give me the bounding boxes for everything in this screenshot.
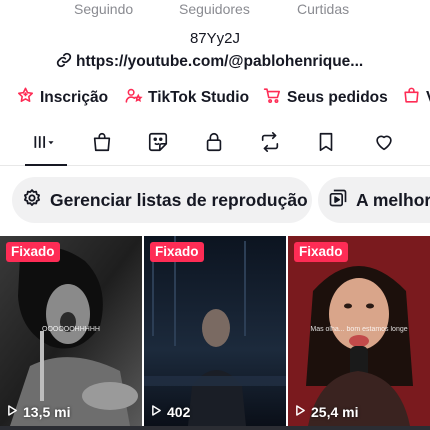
profile-shortcuts: Inscrição TikTok Studio Seus pedidos [0,86,430,110]
video-thumbnail[interactable]: Fixado 402 [144,236,286,426]
followers-label[interactable]: Seguidores [179,1,250,17]
orders-button[interactable]: Seus pedidos [263,86,388,110]
play-icon [294,404,307,420]
tab-stickers[interactable] [140,128,176,160]
view-count: 25,4 mi [294,404,358,420]
grid-bars-icon [33,131,55,158]
tiktok-studio-icon [124,86,143,110]
next-row-thumbnails [0,426,430,430]
likes-label: Curtidas [297,1,350,17]
profile-link-text[interactable]: https://youtube.com/@pablohenrique... [76,53,363,71]
pinned-badge: Fixado [6,242,60,262]
tab-videos[interactable] [26,128,62,160]
subscription-button[interactable]: Inscrição [16,86,108,110]
gear-icon [22,188,42,213]
repost-icon [259,131,281,158]
profile-stats: Seguindo Seguidores Curtidas [0,0,430,22]
play-icon [150,404,163,420]
playlist-chip-label: A melhore [356,189,430,210]
video-caption: Mas olha... bom estamos longe [310,326,408,333]
tiktok-studio-label: TikTok Studio [148,89,250,106]
subscription-label: Inscrição [40,89,109,106]
tab-favorites[interactable] [308,128,344,160]
orders-label: Seus pedidos [287,89,388,106]
shopping-bag-icon [91,131,113,158]
link-icon [56,52,72,73]
shop-label: V [426,89,430,107]
playlist-chip[interactable]: A melhore [318,177,430,223]
sticker-icon [147,131,169,158]
subscription-icon [16,86,35,110]
video-caption: OOOOOOHHHHH [42,326,100,333]
active-tab-indicator [25,164,67,166]
following-label[interactable]: Seguindo [74,1,133,17]
play-icon [6,404,19,420]
shop-button[interactable]: V [402,86,430,110]
profile-link[interactable]: https://youtube.com/@pablohenrique... [56,52,363,72]
playlist-chips: Gerenciar listas de reprodução A melhore [0,177,430,223]
manage-playlists-label: Gerenciar listas de reprodução [50,189,308,210]
view-count-text: 25,4 mi [311,404,359,420]
heart-icon [373,131,395,158]
tab-liked[interactable] [366,128,402,160]
shopping-bag-icon [402,86,421,110]
view-count: 402 [150,404,190,420]
view-count: 13,5 mi [6,404,70,420]
profile-bio: 87Yy2J [189,30,241,47]
pinned-badge: Fixado [294,242,348,262]
tab-shop[interactable] [84,128,120,160]
video-grid: Fixado OOOOOOHHHHH 13,5 mi Fixado 402 Fi… [0,236,430,430]
video-thumbnail[interactable]: Fixado Mas olha... bom estamos longe 25,… [288,236,430,426]
tab-reposts[interactable] [252,128,288,160]
content-tabs [0,124,430,166]
view-count-text: 402 [167,404,191,420]
pinned-badge: Fixado [150,242,204,262]
view-count-text: 13,5 mi [23,404,71,420]
bookmark-icon [315,131,337,158]
video-thumbnail[interactable]: Fixado OOOOOOHHHHH 13,5 mi [0,236,142,426]
video-thumbnail-image [144,236,286,426]
tab-private[interactable] [196,128,232,160]
playlist-icon [328,188,348,213]
lock-icon [203,131,225,158]
manage-playlists-button[interactable]: Gerenciar listas de reprodução [12,177,312,223]
cart-icon [263,86,282,110]
tiktok-studio-button[interactable]: TikTok Studio [124,86,249,110]
